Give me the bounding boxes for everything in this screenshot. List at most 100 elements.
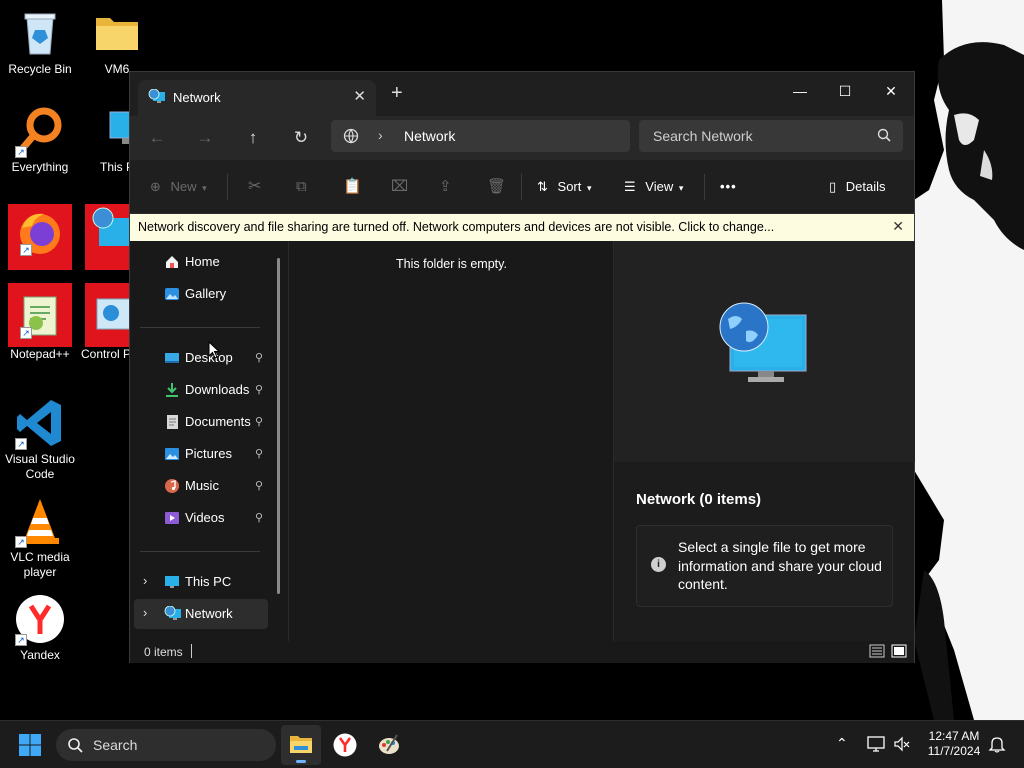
desktop-icon-label: Recycle Bin	[8, 62, 72, 76]
taskbar-yandex[interactable]	[325, 725, 365, 765]
sidebar-item-music[interactable]: Music ⚲	[134, 471, 268, 501]
shortcut-arrow-icon: ↗	[15, 438, 27, 450]
search-input[interactable]: Search Network	[639, 120, 903, 152]
sidebar-item-label: This PC	[185, 574, 232, 589]
clock-time: 12:47 AM	[928, 729, 980, 743]
pin-icon[interactable]: ⚲	[255, 447, 263, 460]
desktop-icon-notepad-plus-plus[interactable]: ↗ Notepad++	[0, 283, 80, 362]
network-globe-icon	[343, 128, 359, 147]
pin-icon[interactable]: ⚲	[255, 383, 263, 396]
sidebar-item-home[interactable]: Home	[134, 247, 268, 277]
navigation-scrollbar[interactable]	[277, 258, 280, 594]
details-button[interactable]: ▯ Details	[829, 176, 886, 198]
sidebar-item-documents[interactable]: Documents ⚲	[134, 407, 268, 437]
large-icons-view-icon[interactable]	[891, 643, 907, 659]
paste-icon[interactable]: 📋	[343, 176, 362, 198]
new-tab-button[interactable]: +	[391, 83, 403, 103]
shortcut-arrow-icon: ↗	[15, 536, 27, 548]
sidebar-item-pictures[interactable]: Pictures ⚲	[134, 439, 268, 469]
chevron-right-icon[interactable]: ›	[143, 605, 147, 620]
windows-icon	[19, 734, 41, 756]
pin-icon[interactable]: ⚲	[255, 479, 263, 492]
new-button[interactable]: ⊕ New ▾	[150, 176, 207, 198]
details-view-icon[interactable]	[869, 643, 885, 659]
breadcrumb-separator-icon[interactable]: ›	[378, 127, 383, 143]
back-arrow-icon[interactable]: ←	[144, 126, 170, 150]
close-icon[interactable]: ✕	[892, 218, 904, 235]
desktop-icon-everything[interactable]: ↗ Everything	[0, 106, 80, 175]
taskbar-paint[interactable]	[369, 725, 409, 765]
sidebar-item-label: Home	[185, 254, 220, 269]
chevron-right-icon[interactable]: ›	[143, 573, 147, 588]
volume-muted-icon[interactable]	[893, 735, 911, 758]
download-icon	[164, 382, 180, 401]
new-label: New	[170, 179, 197, 194]
pin-icon[interactable]: ⚲	[255, 351, 263, 364]
up-arrow-icon[interactable]: ↑	[240, 126, 266, 150]
share-icon[interactable]: ⇪	[439, 176, 452, 198]
desktop-icon-firefox[interactable]: ↗ Firefox	[0, 204, 80, 273]
breadcrumb-network[interactable]: Network	[404, 128, 455, 144]
shortcut-arrow-icon: ↗	[20, 327, 32, 339]
view-button[interactable]: ☰ View ▾	[624, 176, 683, 198]
document-icon	[164, 414, 180, 433]
desktop-icon-yandex[interactable]: ↗ Yandex	[0, 594, 80, 663]
network-large-icon	[719, 302, 807, 382]
vscode-icon: ↗	[15, 398, 65, 450]
title-bar[interactable]: Network ✕ + — ☐ ✕	[130, 72, 914, 116]
minimize-button[interactable]: —	[780, 78, 820, 104]
folder-icon	[92, 8, 142, 58]
pin-icon[interactable]: ⚲	[255, 415, 263, 428]
sidebar-item-label: Network	[185, 606, 233, 621]
taskbar-clock[interactable]: 12:47 AM 11/7/2024	[918, 729, 990, 759]
desktop-icon-vlc[interactable]: ↗ VLC media player	[0, 496, 80, 580]
taskbar-search-input[interactable]: Search	[56, 729, 276, 761]
delete-icon[interactable]: 🗑	[487, 176, 506, 198]
details-pane: Network (0 items) i Select a single file…	[613, 241, 915, 641]
copy-icon[interactable]: ⧉	[296, 176, 307, 198]
more-options-icon[interactable]: •••	[720, 176, 737, 198]
sidebar-item-label: Gallery	[185, 286, 227, 301]
sidebar-item-label: Documents	[185, 414, 251, 429]
mouse-cursor-icon	[208, 341, 220, 359]
infobar-message[interactable]: Network discovery and file sharing are t…	[138, 220, 774, 234]
pin-icon[interactable]: ⚲	[255, 511, 263, 524]
sort-button[interactable]: ⇅ Sort ▾	[537, 176, 592, 198]
sidebar-item-desktop[interactable]: Desktop ⚲	[134, 343, 268, 373]
desktop-icon-recycle-bin[interactable]: Recycle Bin	[0, 8, 80, 77]
start-button[interactable]	[16, 731, 44, 759]
divider	[521, 174, 522, 200]
network-icon	[148, 88, 166, 108]
close-tab-icon[interactable]: ✕	[353, 87, 366, 105]
navigation-pane: Home Gallery Desktop ⚲ Downloads ⚲ Docum…	[130, 241, 288, 641]
sidebar-item-this-pc[interactable]: › This PC	[134, 567, 268, 597]
show-hidden-icons-chevron-icon[interactable]: ⌃	[836, 735, 848, 752]
forward-arrow-icon[interactable]: →	[192, 126, 218, 150]
notification-bell-icon[interactable]	[988, 735, 1006, 758]
wallpaper-figure	[914, 0, 1024, 720]
desktop-icon-vm6[interactable]: VM6	[77, 8, 157, 77]
cut-icon[interactable]: ✂	[248, 176, 261, 198]
sidebar-item-videos[interactable]: Videos ⚲	[134, 503, 268, 533]
sidebar-item-label: Downloads	[185, 382, 250, 397]
item-count: 0 items	[144, 645, 183, 659]
network-discovery-infobar[interactable]: Network discovery and file sharing are t…	[130, 214, 914, 241]
taskbar-file-explorer[interactable]	[281, 725, 321, 765]
close-button[interactable]: ✕	[871, 78, 911, 104]
search-placeholder: Search Network	[653, 128, 753, 144]
rename-icon[interactable]: ⌧	[391, 176, 408, 198]
sidebar-item-downloads[interactable]: Downloads ⚲	[134, 375, 268, 405]
view-icon: ☰	[624, 179, 636, 194]
chevron-down-icon: ▾	[587, 183, 592, 193]
sort-label: Sort	[557, 179, 582, 194]
network-tray-icon[interactable]	[866, 735, 886, 758]
info-icon: i	[651, 557, 666, 572]
maximize-button[interactable]: ☐	[825, 78, 865, 104]
tab-network[interactable]: Network ✕	[138, 80, 376, 116]
sidebar-item-network[interactable]: › Network	[134, 599, 268, 629]
refresh-icon[interactable]: ↻	[288, 126, 314, 150]
file-list[interactable]: This folder is empty.	[288, 241, 613, 641]
sidebar-item-gallery[interactable]: Gallery	[134, 279, 268, 309]
address-bar[interactable]: › Network	[331, 120, 630, 152]
desktop-icon-vscode[interactable]: ↗ Visual Studio Code	[0, 398, 80, 482]
